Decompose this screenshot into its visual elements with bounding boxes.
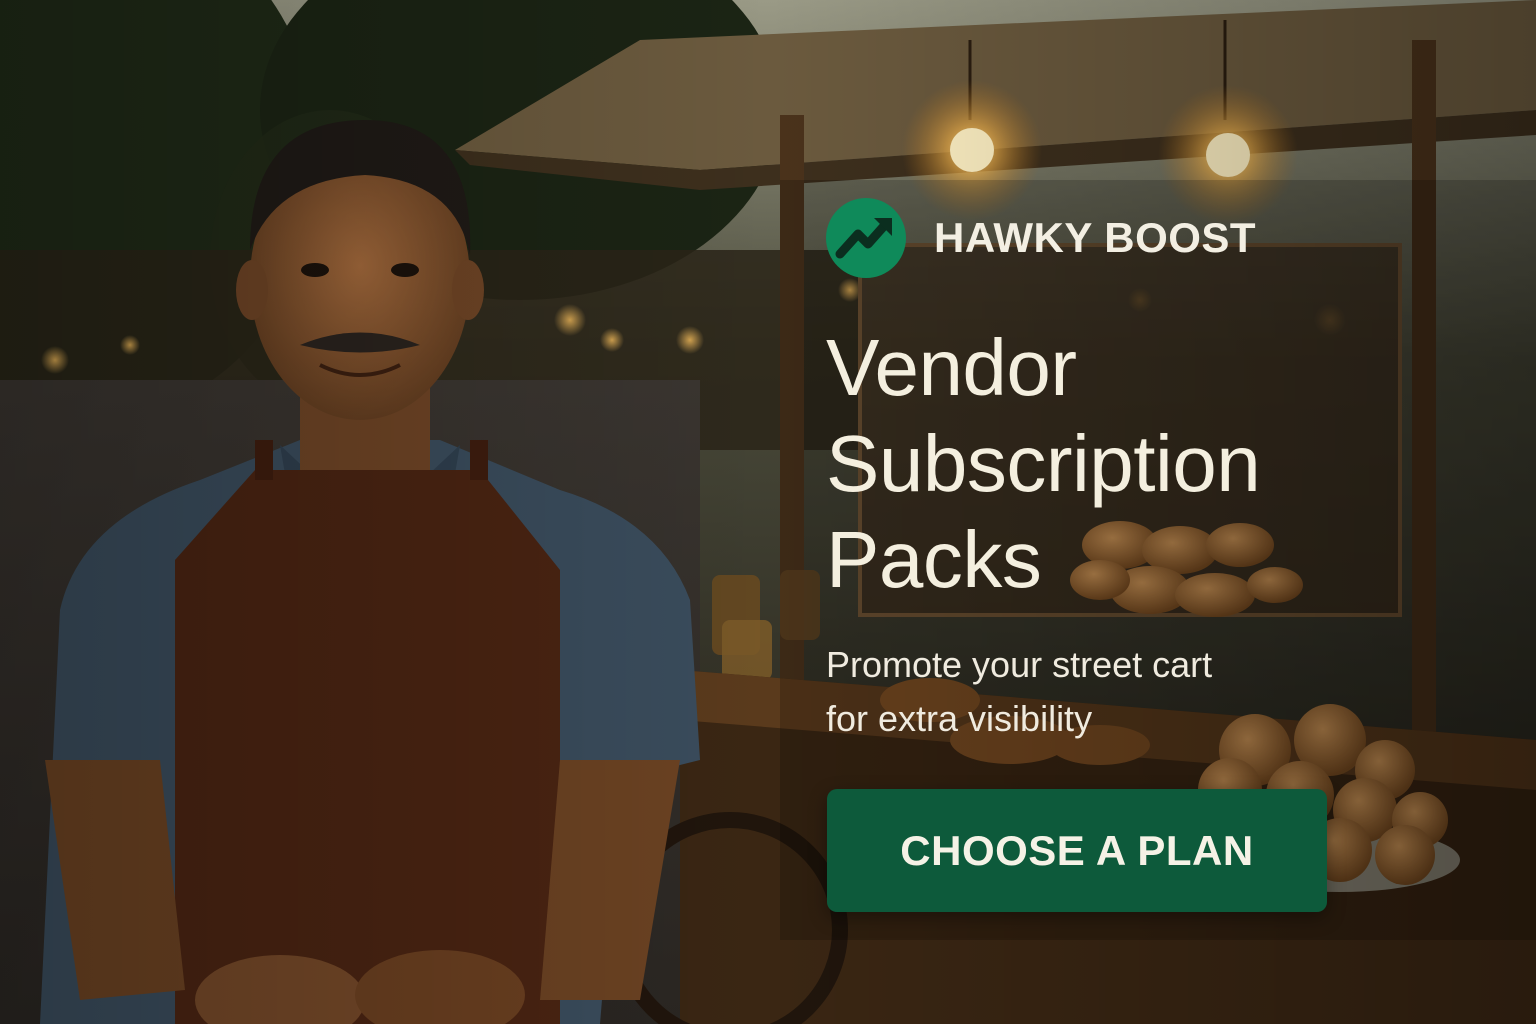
subtitle-line-2: for extra visibility [826,698,1093,739]
subtitle-line-1: Promote your street cart [826,644,1213,685]
title-line-2: Subscription [826,419,1261,508]
title-line-3: Packs [826,515,1042,604]
page-title: Vendor Subscription Packs [826,320,1506,608]
brand-header: HAWKY BOOST [826,198,1506,278]
choose-plan-button[interactable]: CHOOSE A PLAN [827,789,1327,912]
trending-up-arrow-icon [826,198,906,278]
hero-content: HAWKY BOOST Vendor Subscription Packs Pr… [826,198,1506,746]
brand-name: HAWKY BOOST [934,214,1257,261]
title-line-1: Vendor [826,323,1077,412]
subtitle: Promote your street cart for extra visib… [826,638,1346,746]
